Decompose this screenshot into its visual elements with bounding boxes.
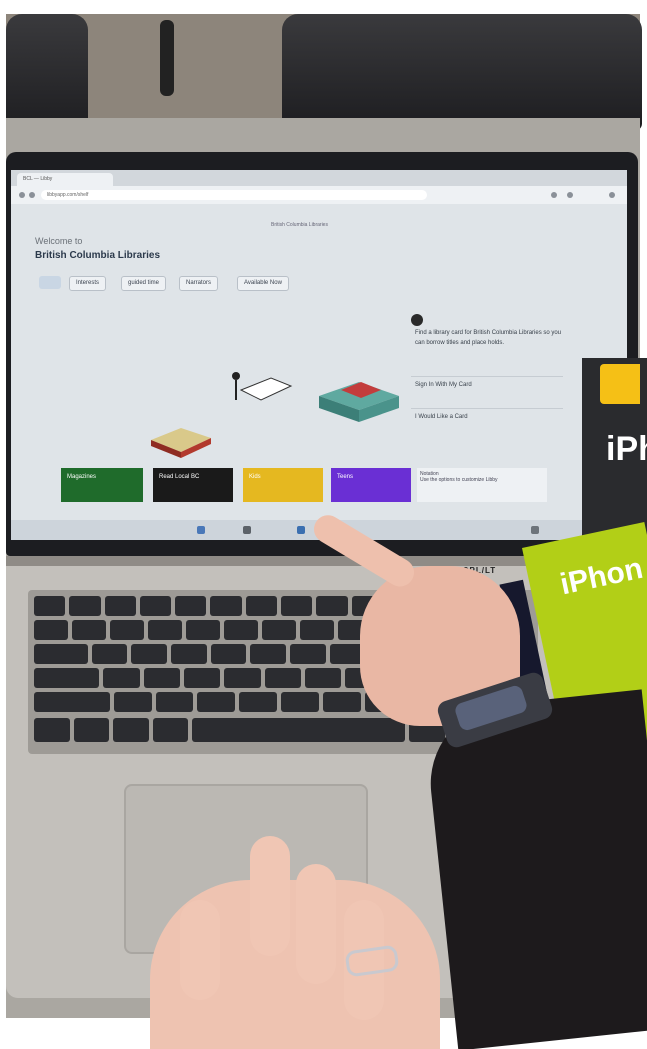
wifi-icon[interactable] — [531, 526, 539, 534]
avatar — [411, 314, 423, 326]
tile-read-local[interactable]: Read Local BC — [153, 468, 233, 502]
browser-icon[interactable] — [297, 526, 305, 534]
browser-tab-bar: BCL — Libby — [11, 170, 627, 186]
book-dark-title: iPho — [606, 430, 647, 468]
refresh-icon[interactable] — [29, 192, 35, 198]
left-finger — [296, 864, 336, 984]
open-book-platform-icon — [319, 382, 399, 422]
panel-intro-text: Find a library card for British Columbia… — [415, 330, 562, 346]
get-card-button[interactable]: I Would Like a Card — [411, 408, 563, 425]
office-chair — [6, 14, 88, 134]
filter-chip[interactable]: guided time — [121, 276, 167, 291]
filter-chip[interactable]: Interests — [69, 276, 107, 291]
tile-magazines[interactable]: Magazines — [61, 468, 143, 502]
photo: BCL — Libby libbyapp.com/shelf British C… — [0, 0, 647, 1049]
info-box: Notation Use the options to customize Li… — [417, 468, 547, 502]
library-name: British Columbia Libraries — [35, 250, 161, 261]
welcome-text: Welcome to — [35, 236, 83, 246]
profile-icon[interactable] — [567, 192, 573, 198]
left-thumb — [180, 900, 220, 1000]
tile-kids[interactable]: Kids — [243, 468, 323, 502]
filter-home-button[interactable] — [39, 276, 61, 289]
info-box-text: Use the options to customize Libby — [420, 477, 498, 483]
left-finger — [250, 836, 290, 956]
chair-leg — [160, 20, 174, 96]
book-cover-accent — [600, 364, 640, 404]
books-stack-icon — [151, 428, 211, 458]
browser-tab[interactable]: BCL — Libby — [17, 173, 113, 186]
office-chair — [282, 14, 642, 130]
address-bar[interactable]: libbyapp.com/shelf — [41, 190, 427, 200]
tile-teens[interactable]: Teens — [331, 468, 411, 502]
menu-icon[interactable] — [609, 192, 615, 198]
filter-chip[interactable]: Available Now — [237, 276, 289, 291]
library-illustration — [151, 372, 399, 458]
filter-chip[interactable]: Narrators — [179, 276, 219, 291]
search-icon[interactable] — [243, 526, 251, 534]
start-icon[interactable] — [197, 526, 205, 534]
extension-icon[interactable] — [551, 192, 557, 198]
page-header-label: British Columbia Libraries — [271, 222, 328, 228]
reading-desk-icon — [232, 372, 293, 401]
sign-in-button[interactable]: Sign In With My Card — [411, 376, 563, 393]
back-icon[interactable] — [19, 192, 25, 198]
browser-toolbar: libbyapp.com/shelf — [11, 186, 627, 204]
laptop-screen: BCL — Libby libbyapp.com/shelf British C… — [11, 170, 627, 540]
